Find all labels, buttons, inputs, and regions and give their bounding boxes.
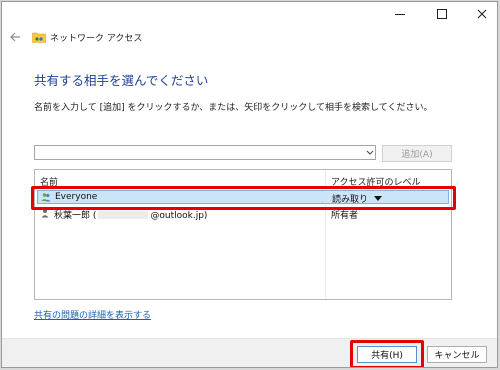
- redacted-text: [98, 211, 149, 219]
- shared-folder-icon: [32, 32, 46, 43]
- close-icon: [477, 9, 487, 19]
- window-title: ネットワーク アクセス: [50, 34, 143, 44]
- highlight-frame-everyone: [31, 186, 456, 210]
- network-access-dialog: ネットワーク アクセス 共有する相手を選んでください 名前を入力して [追加] …: [1, 1, 498, 368]
- instruction-text: 名前を入力して [追加] をクリックするか、または、矢印をクリックして相手を検索…: [34, 103, 433, 113]
- minimize-icon: [395, 13, 405, 15]
- back-arrow-icon[interactable]: [8, 30, 22, 44]
- page-heading: 共有する相手を選んでください: [34, 73, 209, 88]
- chevron-down-icon[interactable]: [366, 149, 374, 156]
- details-link[interactable]: 共有の問題の詳細を表示する: [34, 308, 151, 321]
- add-button[interactable]: 追加(A): [382, 145, 452, 162]
- highlight-frame-share: [350, 340, 424, 367]
- maximize-icon: [437, 9, 447, 19]
- name-combo-input[interactable]: [34, 145, 376, 160]
- minimize-button[interactable]: [382, 2, 418, 26]
- close-button[interactable]: [464, 2, 497, 26]
- cancel-button[interactable]: キャンセル: [427, 346, 487, 363]
- maximize-button[interactable]: [424, 2, 460, 26]
